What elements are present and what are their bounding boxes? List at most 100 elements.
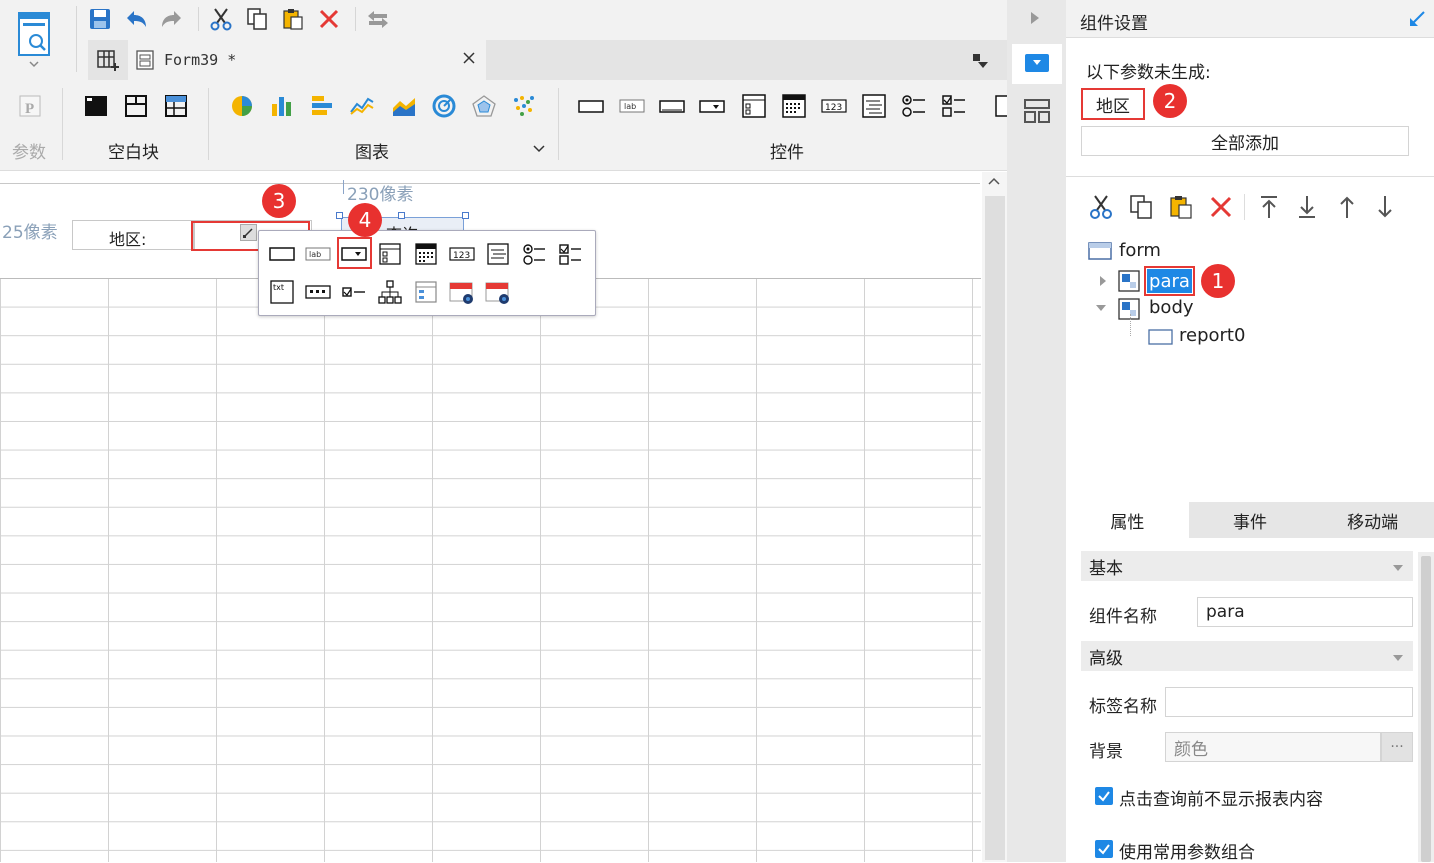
cut-button[interactable] [205,3,237,35]
tree-delete-button[interactable] [1208,194,1234,220]
popup-textbox-option[interactable] [269,241,295,267]
line-chart-button[interactable] [348,92,376,120]
tab-attributes[interactable]: 属性 [1066,502,1189,538]
area-label-widget[interactable]: 地区: [72,220,194,250]
form-node-icon [1088,241,1112,261]
popup-treecombo-option[interactable] [413,279,439,305]
checkbox-widget-button[interactable] [940,92,968,120]
password-icon [305,285,331,299]
popup-checkbox-option[interactable] [557,241,583,267]
popup-calendar-option[interactable] [413,241,439,267]
tab-events[interactable]: 事件 [1189,502,1312,538]
scatter-chart-button[interactable] [510,92,538,120]
add-all-button[interactable]: 全部添加 [1081,126,1409,156]
param-button[interactable]: P [16,92,44,120]
gauge-chart-button[interactable] [430,92,458,120]
dropdown-widget-button[interactable] [698,92,726,120]
number-widget-button[interactable]: 123 [820,92,848,120]
pie-chart-button[interactable] [228,92,256,120]
check-common-params[interactable] [1095,840,1113,858]
text-widget-icon: txt [270,280,294,304]
section-advanced[interactable]: 高级 [1081,641,1413,671]
bar-chart-button[interactable] [268,92,296,120]
tree-node-body[interactable]: body [1149,297,1194,318]
move-bottom-button[interactable] [1296,194,1318,220]
new-form-button[interactable] [96,48,120,72]
popup-daterange-option[interactable] [485,279,511,305]
more-widget-button[interactable] [990,92,1007,120]
properties-scroll-thumb[interactable] [1421,556,1431,862]
caret-right-icon [1031,12,1039,24]
blank-block-button[interactable] [82,92,110,120]
tag-name-input[interactable] [1165,687,1413,717]
delete-button[interactable] [313,3,345,35]
calendar-widget-button[interactable] [780,92,808,120]
resize-handle[interactable] [398,212,405,219]
background-more-button[interactable]: ··· [1381,732,1413,762]
popup-password-option[interactable] [305,279,331,305]
param-p-icon: P [19,95,41,117]
radar-chart-button[interactable] [470,92,498,120]
check-hide-before-query[interactable] [1095,787,1113,805]
tab-form39[interactable]: Form39 * [128,40,486,80]
scroll-up-button[interactable] [987,176,1001,186]
resize-handle[interactable] [462,212,469,219]
copy-button[interactable] [241,3,273,35]
move-up-button[interactable] [1336,194,1358,220]
combobox-icon [699,100,725,113]
tree-node-report[interactable]: report0 [1179,325,1245,346]
cut-icon [1090,195,1112,219]
tree-node-para[interactable]: para [1147,269,1192,293]
switch-button[interactable] [362,3,394,35]
scroll-thumb[interactable] [985,196,1005,860]
popup-tree-option[interactable] [377,279,403,305]
popup-date-option[interactable] [449,279,475,305]
body-collapse-toggle[interactable] [1094,303,1108,313]
popup-radio-option[interactable] [521,241,547,267]
component-name-input[interactable]: para [1197,597,1413,627]
hbar-chart-button[interactable] [308,92,336,120]
tab-mobile[interactable]: 移动端 [1311,502,1434,538]
panel-pin-button[interactable] [1408,10,1426,28]
report-grid[interactable] [0,278,981,862]
preview-button[interactable] [14,10,58,72]
undo-button[interactable] [120,3,152,35]
tab-block-button[interactable] [122,92,150,120]
tree-node-form[interactable]: form [1119,240,1161,261]
resize-handle[interactable] [336,212,343,219]
collapse-button[interactable] [1029,10,1041,26]
move-top-button[interactable] [1258,194,1280,220]
para-expand-toggle[interactable] [1098,274,1108,288]
tab-menu-button[interactable] [970,52,990,70]
popup-form-option[interactable] [377,241,403,267]
save-button[interactable] [84,3,116,35]
param-chip-area[interactable]: 地区 [1081,88,1145,120]
button-widget-button[interactable] [658,92,686,120]
table-block-button[interactable] [162,92,190,120]
label-widget-button[interactable]: lab [618,92,646,120]
popup-number-option[interactable]: 123 [449,241,475,267]
move-down-button[interactable] [1374,194,1396,220]
widget-settings-tab[interactable] [1012,44,1062,84]
chart-expand-button[interactable] [532,144,546,154]
tab-close-button[interactable] [460,49,478,67]
tree-cut-button[interactable] [1088,194,1114,220]
tree-paste-button[interactable] [1168,194,1194,220]
radio-widget-button[interactable] [900,92,928,120]
popup-text-option[interactable]: txt [269,279,295,305]
popup-textarea-option[interactable] [485,241,511,267]
redo-icon [162,11,181,27]
tree-copy-button[interactable] [1128,194,1154,220]
popup-single-checkbox-option[interactable] [341,279,367,305]
section-basic[interactable]: 基本 [1081,551,1413,581]
date-widget-button[interactable] [740,92,768,120]
background-input[interactable]: 颜色 [1165,732,1381,762]
textbox-widget-button[interactable] [577,92,605,120]
height-hint: 25像素 [2,223,58,243]
area-chart-button[interactable] [390,92,418,120]
popup-label-option[interactable]: lab [305,241,331,267]
layout-tab[interactable] [1023,98,1051,124]
paste-button[interactable] [277,3,309,35]
redo-button[interactable] [156,3,188,35]
textarea-widget-button[interactable] [860,92,888,120]
